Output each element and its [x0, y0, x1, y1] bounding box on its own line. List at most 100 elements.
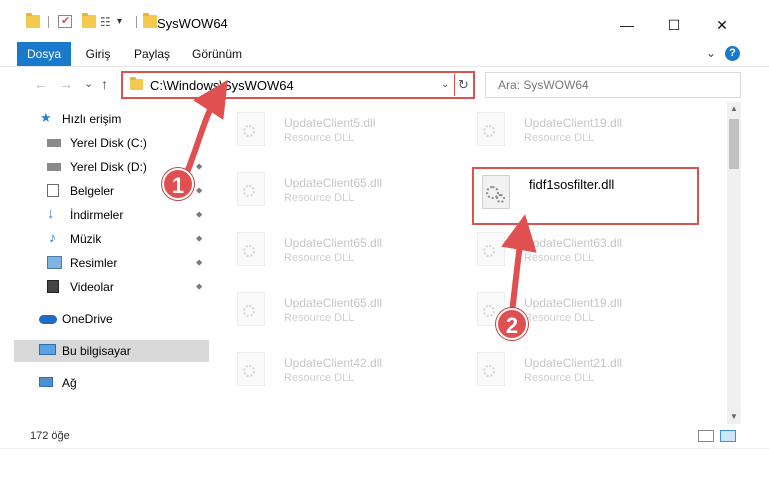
details-view-icon[interactable] [698, 430, 714, 442]
dll-file-icon [237, 232, 265, 266]
file-type: Resource DLL [284, 132, 355, 144]
file-type: Resource DLL [524, 132, 595, 144]
pin-icon[interactable]: ⬥ [196, 137, 202, 148]
file-item[interactable]: UpdateClient21.dll Resource DLL [455, 348, 675, 394]
help-icon[interactable]: ? [725, 46, 740, 61]
properties-icon[interactable]: ✔ [58, 15, 72, 28]
sidebar-item-label: Bu bilgisayar [62, 344, 131, 358]
file-item[interactable]: UpdateClient65.dll Resource DLL [215, 168, 435, 214]
close-button[interactable]: ✕ [699, 10, 745, 40]
sidebar-item-pictures[interactable]: Resimler ⬥ [14, 252, 209, 274]
customize-toolbar-icon[interactable]: ▾ [117, 16, 131, 29]
pin-icon[interactable]: ⬥ [196, 233, 202, 244]
sidebar-item-label: Hızlı erişim [62, 112, 122, 126]
sidebar-item-music[interactable]: ♪ Müzik ⬥ [14, 228, 209, 250]
search-placeholder[interactable]: Ara: SysWOW64 [498, 78, 589, 92]
sidebar-item-label: Yerel Disk (C:) [70, 136, 147, 150]
tab-home[interactable]: Giriş [79, 42, 117, 66]
scroll-up-icon[interactable]: ▲ [727, 102, 741, 116]
file-name: UpdateClient65.dll [284, 236, 383, 250]
file-name: UpdateClient21.dll [524, 356, 623, 370]
sidebar-item-onedrive[interactable]: OneDrive [14, 308, 209, 330]
window-folder-icon [143, 13, 157, 28]
address-dropdown-icon[interactable]: ⌄ [441, 79, 449, 90]
file-item[interactable]: UpdateClient65.dll Resource DLL [215, 288, 435, 334]
file-item[interactable]: UpdateClient19.dll Resource DLL [455, 108, 675, 154]
file-item-fidf1sosfilter[interactable]: fidf1sosfilter.dll [460, 171, 680, 217]
separator [48, 16, 49, 28]
address-field[interactable]: C:\Windows\SysWOW64 ⌄ [127, 76, 453, 94]
search-box[interactable]: Ara: SysWOW64 [485, 72, 741, 98]
drive-icon [47, 139, 61, 147]
file-type: Resource DLL [524, 252, 595, 264]
sidebar-item-downloads[interactable]: ↓ İndirmeler ⬥ [14, 204, 209, 226]
file-name: UpdateClient19.dll [524, 296, 623, 310]
file-item[interactable]: UpdateClient42.dll Resource DLL [215, 348, 435, 394]
dll-file-icon [237, 112, 265, 146]
pin-icon[interactable]: ⬥ [196, 209, 202, 220]
tab-share[interactable]: Paylaş [130, 42, 174, 66]
callout-2: 2 [496, 308, 528, 340]
file-name: UpdateClient65.dll [284, 176, 383, 190]
scroll-thumb[interactable] [729, 119, 739, 169]
expand-ribbon-icon[interactable]: ⌄ [706, 46, 716, 60]
network-icon [39, 377, 53, 387]
pictures-icon [47, 256, 62, 269]
dll-file-icon [477, 352, 505, 386]
sidebar-item-disk-c[interactable]: Yerel Disk (C:) ⬥ [14, 132, 209, 154]
address-folder-icon [130, 77, 143, 90]
videos-icon [47, 280, 59, 293]
status-bar: 172 öğe [0, 424, 769, 448]
cloud-icon [39, 315, 57, 324]
tab-file[interactable]: Dosya [17, 42, 71, 66]
address-path[interactable]: C:\Windows\SysWOW64 [150, 78, 294, 93]
drive-icon [47, 163, 61, 171]
sidebar-item-label: Yerel Disk (D:) [70, 160, 147, 174]
window-bottom [0, 448, 769, 480]
file-item[interactable]: UpdateClient65.dll Resource DLL [215, 228, 435, 274]
sidebar-item-this-pc[interactable]: Bu bilgisayar [14, 340, 209, 362]
minimize-button[interactable]: — [604, 10, 650, 40]
file-name: UpdateClient5.dll [284, 116, 376, 130]
dll-file-icon [237, 172, 265, 206]
file-name: UpdateClient65.dll [284, 296, 383, 310]
navigation-bar: ← → ⌄ ↑ C:\Windows\SysWOW64 ⌄ ↻ Ara: Sys… [0, 66, 769, 102]
file-item[interactable]: UpdateClient19.dll Resource DLL [455, 288, 675, 334]
view-options-icon[interactable]: ☷ [100, 15, 114, 29]
back-icon[interactable]: ← [34, 76, 48, 92]
refresh-icon[interactable]: ↻ [454, 74, 472, 96]
maximize-button[interactable]: ☐ [651, 10, 697, 40]
sidebar-item-label: İndirmeler [70, 208, 124, 222]
file-name: UpdateClient63.dll [524, 236, 623, 250]
file-type: Resource DLL [284, 312, 355, 324]
forward-icon[interactable]: → [59, 76, 73, 92]
sidebar-item-label: Resimler [70, 256, 118, 270]
file-name: UpdateClient19.dll [524, 116, 623, 130]
sidebar-item-label: Belgeler [70, 184, 115, 198]
sidebar-item-quick-access[interactable]: ★ Hızlı erişim [14, 108, 209, 130]
separator [136, 16, 137, 28]
pin-icon[interactable]: ⬥ [196, 185, 202, 196]
dll-file-icon [237, 292, 265, 326]
up-icon[interactable]: ↑ [101, 76, 108, 92]
ribbon-tabs: Dosya Giriş Paylaş Görünüm ⌄ ? [0, 42, 769, 66]
sidebar-item-videos[interactable]: Videolar ⬥ [14, 276, 209, 298]
address-bar[interactable]: C:\Windows\SysWOW64 ⌄ ↻ [121, 71, 475, 99]
new-folder-icon[interactable] [82, 13, 96, 28]
folder-icon[interactable] [26, 13, 40, 28]
file-item[interactable]: UpdateClient5.dll Resource DLL [215, 108, 435, 154]
dll-file-icon [237, 352, 265, 386]
tab-view[interactable]: Görünüm [189, 42, 245, 66]
documents-icon [47, 184, 59, 197]
sidebar-item-network[interactable]: Ağ [14, 372, 209, 394]
pin-icon[interactable]: ⬥ [196, 257, 202, 268]
pin-icon[interactable]: ⬥ [196, 281, 202, 292]
large-icons-view-icon[interactable] [720, 430, 736, 442]
scroll-down-icon[interactable]: ▼ [727, 410, 741, 424]
vertical-scrollbar[interactable]: ▲ ▼ [727, 102, 741, 424]
recent-locations-icon[interactable]: ⌄ [84, 77, 93, 90]
file-item[interactable]: UpdateClient63.dll Resource DLL [455, 228, 675, 274]
pin-icon[interactable]: ⬥ [196, 161, 202, 172]
computer-icon [39, 344, 56, 355]
dll-file-icon [477, 112, 505, 146]
